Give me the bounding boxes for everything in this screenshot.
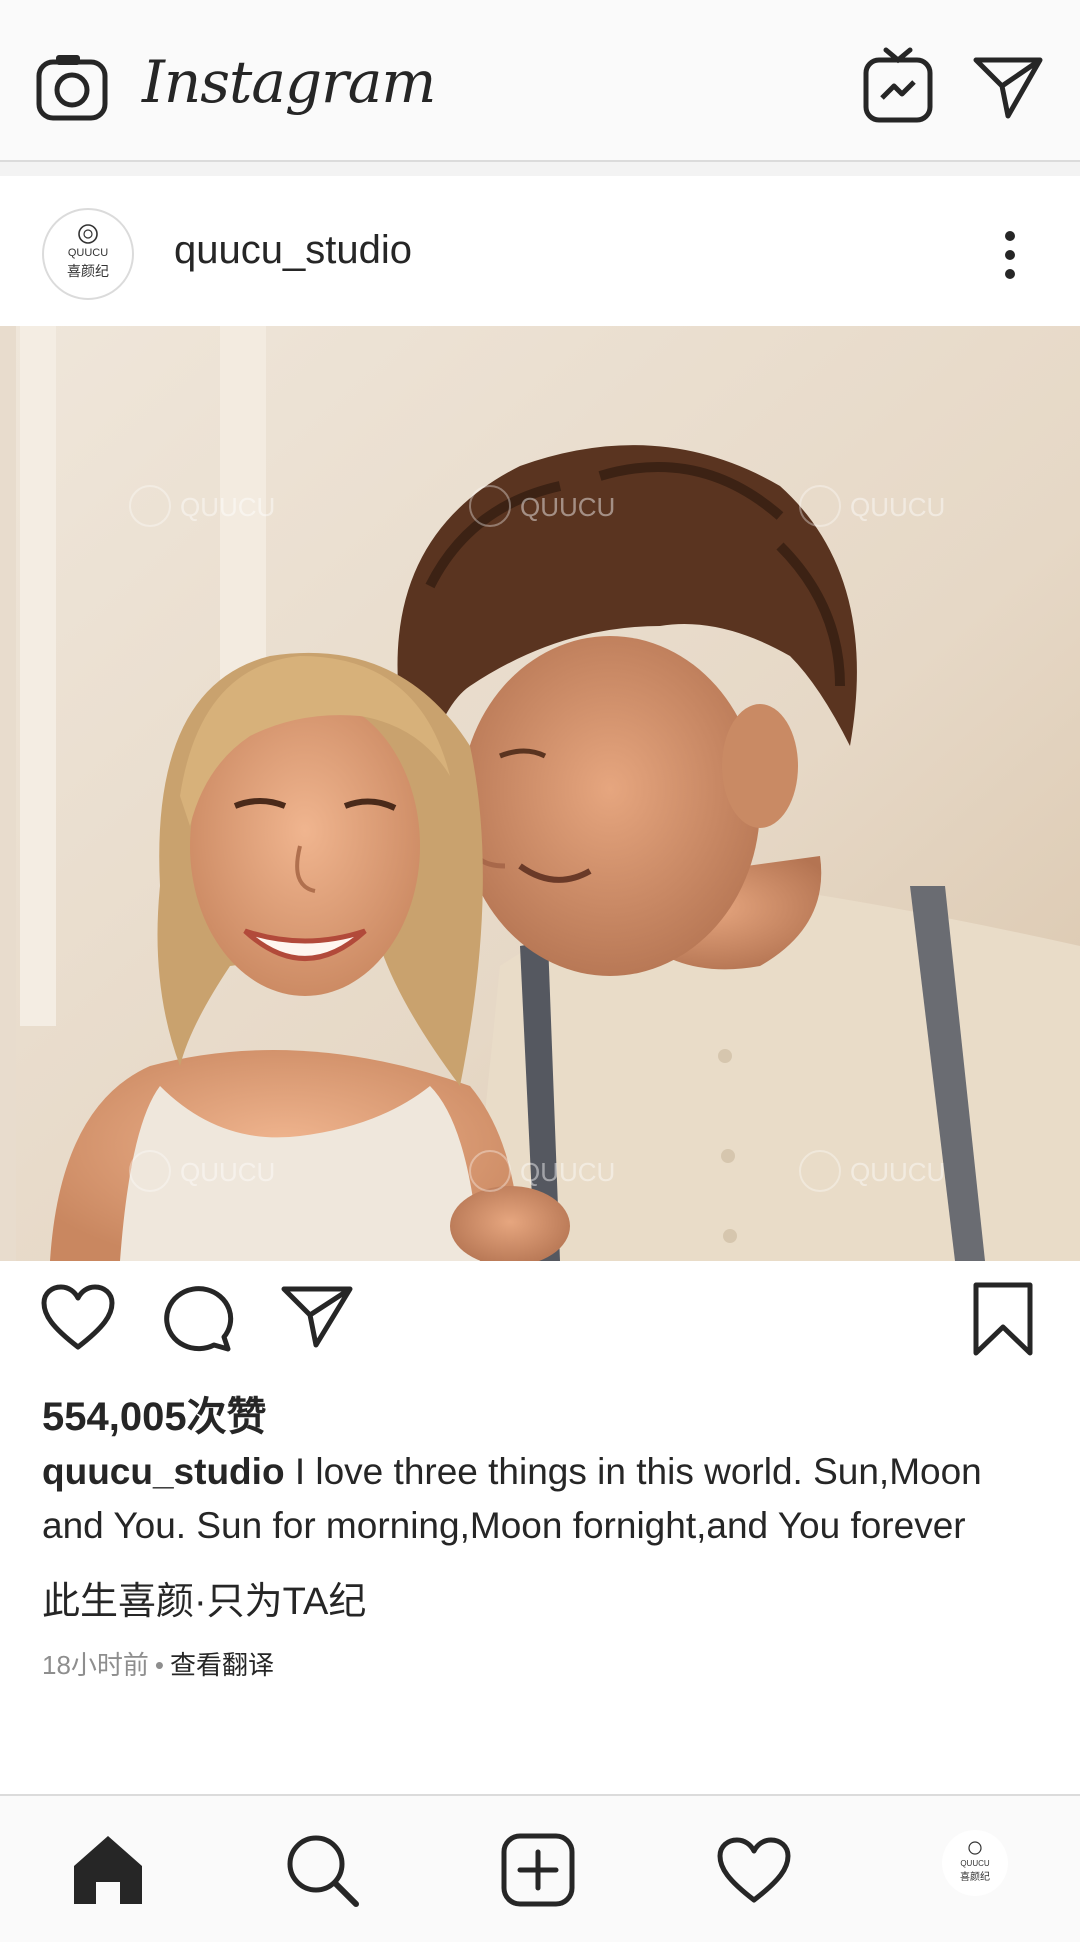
home-icon[interactable] <box>70 1832 146 1908</box>
add-icon[interactable] <box>500 1832 576 1908</box>
post-header: QUUCU 喜颜纪 quucu_studio <box>0 176 1080 326</box>
svg-text:QUUCU: QUUCU <box>850 492 945 522</box>
svg-text:喜颜纪: 喜颜纪 <box>67 264 109 280</box>
post-photo[interactable]: QUUCU QUUCU QUUCU QUUCU QUUCU QUUCU <box>0 326 1080 1261</box>
svg-text:QUUCU: QUUCU <box>850 1157 945 1187</box>
svg-text:QUUCU: QUUCU <box>180 1157 275 1187</box>
comment-icon[interactable] <box>162 1283 234 1353</box>
svg-text:喜颜纪: 喜颜纪 <box>960 1870 990 1883</box>
share-icon[interactable] <box>280 1283 354 1351</box>
bottom-navigation: QUUCU 喜颜纪 <box>0 1794 1080 1942</box>
caption-username[interactable]: quucu_studio <box>42 1451 285 1492</box>
post-actions <box>0 1261 1080 1381</box>
more-options-icon[interactable] <box>1000 228 1020 282</box>
avatar[interactable]: QUUCU 喜颜纪 <box>42 208 134 300</box>
instagram-logo: Instagram <box>142 48 436 116</box>
see-translation-link[interactable]: 查看翻译 <box>170 1650 274 1680</box>
search-icon[interactable] <box>284 1832 360 1908</box>
svg-text:QUUCU: QUUCU <box>960 1859 990 1868</box>
couple-photo-illustration: QUUCU QUUCU QUUCU QUUCU QUUCU QUUCU <box>0 326 1080 1261</box>
post-caption: quucu_studio I love three things in this… <box>42 1445 1052 1553</box>
igtv-icon[interactable] <box>862 46 934 126</box>
svg-text:QUUCU: QUUCU <box>180 492 275 522</box>
like-heart-icon[interactable] <box>40 1283 116 1353</box>
top-bar: Instagram <box>0 0 1080 162</box>
post-username[interactable]: quucu_studio <box>174 228 412 273</box>
quucu-logo-small-icon: QUUCU 喜颜纪 <box>960 1841 990 1883</box>
svg-text:QUUCU: QUUCU <box>520 1157 615 1187</box>
caption-chinese-line: 此生喜颜·只为TA纪 <box>42 1581 367 1623</box>
camera-icon[interactable] <box>34 50 110 126</box>
svg-text:QUUCU: QUUCU <box>520 492 615 522</box>
feed-separator <box>0 162 1080 176</box>
likes-count[interactable]: 554,005次赞 <box>42 1384 267 1442</box>
direct-message-icon[interactable] <box>972 54 1044 122</box>
heart-icon[interactable] <box>716 1832 792 1908</box>
bookmark-icon[interactable] <box>970 1281 1036 1357</box>
quucu-logo-icon: QUUCU 喜颜纪 <box>67 224 109 280</box>
meta-separator: • <box>154 1650 165 1680</box>
svg-text:QUUCU: QUUCU <box>68 247 108 259</box>
post-meta: 18小时前 • 查看翻译 <box>42 1645 274 1682</box>
post-timestamp: 18小时前 <box>42 1650 149 1680</box>
profile-avatar[interactable]: QUUCU 喜颜纪 <box>942 1830 1008 1896</box>
